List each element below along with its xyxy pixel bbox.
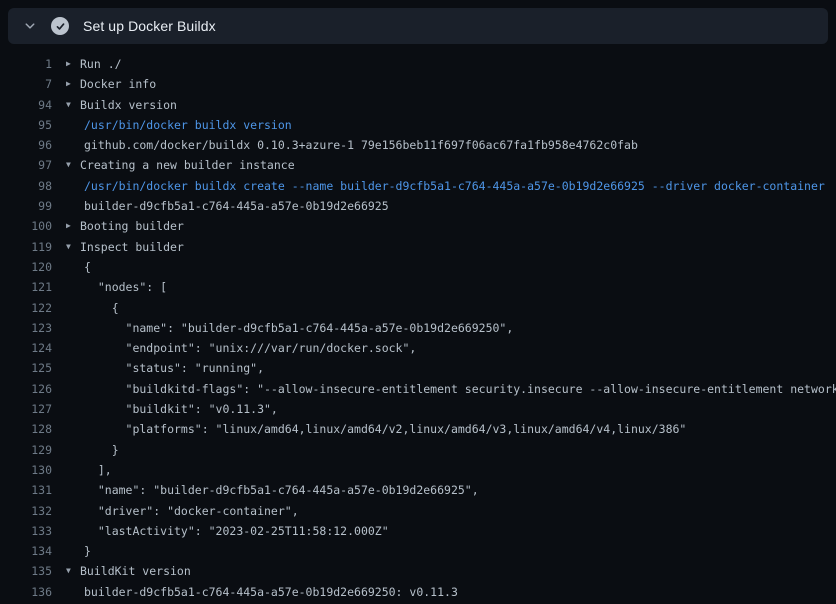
log-line: 96 github.com/docker/buildx 0.10.3+azure-…: [0, 135, 836, 155]
log-line: 132 "driver": "docker-container",: [0, 501, 836, 521]
log-group-line[interactable]: 135 ▼BuildKit version: [0, 561, 836, 581]
chevron-down-icon[interactable]: [22, 18, 38, 34]
triangle-right-icon[interactable]: ▶: [66, 54, 80, 74]
log-text: {: [84, 298, 119, 318]
log-group-title: Docker info: [80, 74, 156, 94]
log-line: 124 "endpoint": "unix:///var/run/docker.…: [0, 338, 836, 358]
line-number[interactable]: 7: [0, 74, 52, 94]
log-line: 131 "name": "builder-d9cfb5a1-c764-445a-…: [0, 480, 836, 500]
line-number[interactable]: 124: [0, 338, 52, 358]
log-text: /usr/bin/docker buildx version: [84, 115, 292, 135]
log-line: 121 "nodes": [: [0, 277, 836, 297]
line-number[interactable]: 134: [0, 541, 52, 561]
log-line: 125 "status": "running",: [0, 358, 836, 378]
workflow-step-log-panel: Set up Docker Buildx 1▶Run ./7▶Docker in…: [0, 8, 836, 604]
log-line: 134}: [0, 541, 836, 561]
log-group-line[interactable]: 100 ▶Booting builder: [0, 216, 836, 236]
triangle-down-icon[interactable]: ▼: [66, 155, 80, 175]
line-number[interactable]: 120: [0, 257, 52, 277]
triangle-down-icon[interactable]: ▼: [66, 561, 80, 581]
log-group-line[interactable]: 7 ▶Docker info: [0, 74, 836, 94]
line-number[interactable]: 121: [0, 277, 52, 297]
log-line: 129 }: [0, 440, 836, 460]
line-number[interactable]: 1: [0, 54, 52, 74]
triangle-down-icon[interactable]: ▼: [66, 237, 80, 257]
log-line: 130 ],: [0, 460, 836, 480]
log-text: {: [84, 257, 91, 277]
log-group-title: Creating a new builder instance: [80, 155, 295, 175]
log-text: "status": "running",: [84, 358, 264, 378]
line-number[interactable]: 99: [0, 196, 52, 216]
step-title: Set up Docker Buildx: [83, 18, 216, 34]
log-line: 123 "name": "builder-d9cfb5a1-c764-445a-…: [0, 318, 836, 338]
log-text: ],: [84, 460, 112, 480]
log-group-title: Buildx version: [80, 95, 177, 115]
line-number[interactable]: 95: [0, 115, 52, 135]
line-number[interactable]: 122: [0, 298, 52, 318]
log-body: 1▶Run ./7▶Docker info94▼Buildx version95…: [0, 44, 836, 602]
log-group-line[interactable]: 1 ▶Run ./: [0, 54, 836, 74]
log-line: 98/usr/bin/docker buildx create --name b…: [0, 176, 836, 196]
line-number[interactable]: 133: [0, 521, 52, 541]
log-text: "driver": "docker-container",: [84, 501, 299, 521]
line-number[interactable]: 129: [0, 440, 52, 460]
log-text: "name": "builder-d9cfb5a1-c764-445a-a57e…: [84, 480, 479, 500]
log-line: 95/usr/bin/docker buildx version: [0, 115, 836, 135]
log-line: 126 "buildkitd-flags": "--allow-insecure…: [0, 379, 836, 399]
log-text: }: [84, 541, 91, 561]
log-text: "buildkitd-flags": "--allow-insecure-ent…: [84, 379, 836, 399]
line-number[interactable]: 98: [0, 176, 52, 196]
line-number[interactable]: 127: [0, 399, 52, 419]
log-text: "nodes": [: [84, 277, 167, 297]
log-group-line[interactable]: 97 ▼Creating a new builder instance: [0, 155, 836, 175]
log-line: 133 "lastActivity": "2023-02-25T11:58:12…: [0, 521, 836, 541]
line-number[interactable]: 136: [0, 582, 52, 602]
log-group-title: Booting builder: [80, 216, 184, 236]
line-number[interactable]: 135: [0, 561, 52, 581]
log-text: "name": "builder-d9cfb5a1-c764-445a-a57e…: [84, 318, 513, 338]
log-line: 122 {: [0, 298, 836, 318]
triangle-right-icon[interactable]: ▶: [66, 74, 80, 94]
log-text: }: [84, 440, 119, 460]
log-text: github.com/docker/buildx 0.10.3+azure-1 …: [84, 135, 638, 155]
triangle-down-icon[interactable]: ▼: [66, 95, 80, 115]
log-line: 120 {: [0, 257, 836, 277]
line-number[interactable]: 130: [0, 460, 52, 480]
log-group-line[interactable]: 94 ▼Buildx version: [0, 95, 836, 115]
triangle-right-icon[interactable]: ▶: [66, 216, 80, 236]
log-text: builder-d9cfb5a1-c764-445a-a57e-0b19d2e6…: [84, 582, 458, 602]
line-number[interactable]: 126: [0, 379, 52, 399]
log-line: 128 "platforms": "linux/amd64,linux/amd6…: [0, 419, 836, 439]
log-group-title: Inspect builder: [80, 237, 184, 257]
log-text: /usr/bin/docker buildx create --name bui…: [84, 176, 825, 196]
log-line: 136 builder-d9cfb5a1-c764-445a-a57e-0b19d…: [0, 582, 836, 602]
log-text: "lastActivity": "2023-02-25T11:58:12.000…: [84, 521, 389, 541]
log-text: "buildkit": "v0.11.3",: [84, 399, 278, 419]
line-number[interactable]: 125: [0, 358, 52, 378]
line-number[interactable]: 132: [0, 501, 52, 521]
log-group-line[interactable]: 119 ▼Inspect builder: [0, 237, 836, 257]
step-header[interactable]: Set up Docker Buildx: [8, 8, 828, 44]
log-text: "platforms": "linux/amd64,linux/amd64/v2…: [84, 419, 686, 439]
line-number[interactable]: 131: [0, 480, 52, 500]
log-group-title: Run ./: [80, 54, 122, 74]
log-text: builder-d9cfb5a1-c764-445a-a57e-0b19d2e6…: [84, 196, 389, 216]
log-line: 99 builder-d9cfb5a1-c764-445a-a57e-0b19d2…: [0, 196, 836, 216]
line-number[interactable]: 94: [0, 95, 52, 115]
line-number[interactable]: 96: [0, 135, 52, 155]
log-text: "endpoint": "unix:///var/run/docker.sock…: [84, 338, 416, 358]
line-number[interactable]: 97: [0, 155, 52, 175]
line-number[interactable]: 119: [0, 237, 52, 257]
line-number[interactable]: 128: [0, 419, 52, 439]
line-number[interactable]: 123: [0, 318, 52, 338]
log-group-title: BuildKit version: [80, 561, 191, 581]
check-circle-icon: [51, 17, 69, 35]
line-number[interactable]: 100: [0, 216, 52, 236]
log-line: 127 "buildkit": "v0.11.3",: [0, 399, 836, 419]
